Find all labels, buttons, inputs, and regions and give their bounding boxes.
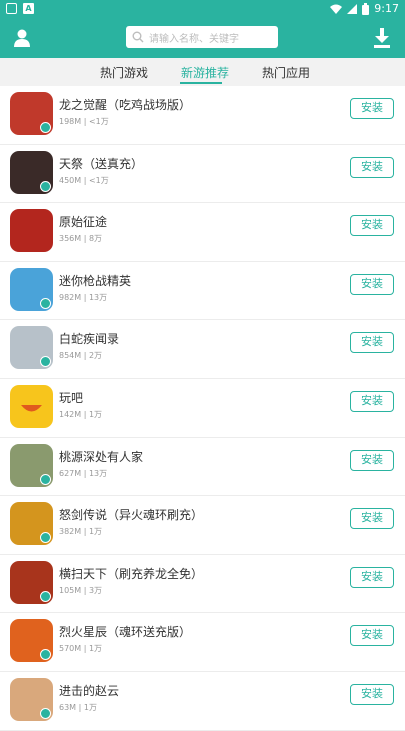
search-placeholder: 请输入名称、关键字 [149, 33, 239, 45]
verified-badge-icon [40, 708, 51, 719]
verified-badge-icon [40, 649, 51, 661]
install-button[interactable]: 安装 [350, 508, 394, 530]
tab-bar: 热门游戏 新游推荐 热门应用 [0, 58, 405, 86]
install-button[interactable]: 安装 [350, 449, 394, 471]
install-button[interactable]: 安装 [350, 156, 394, 178]
app-bar: 请输入名称、关键字 [0, 18, 405, 58]
app-icon [10, 209, 53, 253]
tab-new-games[interactable]: 新游推荐 [181, 64, 229, 81]
list-item[interactable]: 进击的赵云 63M | 1万 安装 [0, 672, 405, 731]
smile-logo-icon [21, 405, 42, 412]
list-item[interactable]: 桃源深处有人家 627M | 13万 安装 [0, 438, 405, 497]
user-icon[interactable] [12, 28, 32, 48]
app-icon [10, 92, 53, 135]
app-meta: 627M | 13万 [59, 468, 108, 478]
app-meta: 198M | <1万 [59, 117, 109, 126]
app-icon [10, 560, 53, 604]
verified-badge-icon [40, 356, 51, 368]
list-item[interactable]: 原始征途 356M | 8万 安装 [0, 203, 405, 262]
app-icon [10, 678, 53, 721]
app-icon [10, 502, 53, 546]
active-tab-indicator [180, 82, 222, 84]
app-icon [10, 619, 53, 663]
install-button[interactable]: 安装 [350, 566, 394, 588]
install-button[interactable]: 安装 [350, 391, 394, 412]
list-item[interactable]: 横扫天下（刷充养龙全免） 105M | 3万 安装 [0, 555, 405, 614]
app-name: 白蛇疾闻录 [59, 332, 120, 347]
app-icon [10, 150, 53, 194]
app-name: 进击的赵云 [59, 684, 120, 698]
app-name: 怒剑传说（异火魂环刷充） [59, 508, 204, 523]
status-time: 9:17 [374, 2, 399, 15]
app-notification-icon: A [23, 3, 34, 14]
app-name: 玩吧 [59, 391, 84, 405]
install-button[interactable]: 安装 [350, 215, 394, 237]
app-meta: 982M | 13万 [59, 292, 108, 302]
verified-badge-icon [40, 473, 51, 485]
app-icon [10, 385, 53, 428]
install-button[interactable]: 安装 [350, 684, 394, 705]
app-icon [10, 443, 53, 487]
wifi-icon [330, 4, 343, 14]
app-meta: 854M | 2万 [59, 351, 103, 361]
app-name: 天祭（送真充） [59, 156, 144, 171]
tab-hot-apps[interactable]: 热门应用 [262, 64, 310, 81]
verified-badge-icon [40, 180, 51, 192]
app-name: 原始征途 [59, 215, 108, 230]
verified-badge-icon [40, 532, 51, 544]
install-button[interactable]: 安装 [350, 332, 394, 354]
app-meta: 105M | 3万 [59, 585, 103, 595]
app-name: 横扫天下（刷充养龙全免） [59, 566, 204, 581]
verified-badge-icon [40, 590, 51, 602]
verified-badge-icon [40, 122, 51, 133]
app-meta: 570M | 1万 [59, 644, 103, 654]
verified-badge-icon [40, 297, 51, 309]
install-button[interactable]: 安装 [350, 98, 394, 119]
list-item[interactable]: 白蛇疾闻录 854M | 2万 安装 [0, 320, 405, 379]
app-name: 桃源深处有人家 [59, 449, 144, 464]
install-button[interactable]: 安装 [350, 273, 394, 295]
notification-icon [6, 3, 17, 14]
app-meta: 382M | 1万 [59, 527, 103, 537]
app-name: 龙之觉醒（吃鸡战场版） [59, 98, 192, 112]
list-item[interactable]: 天祭（送真充） 450M | <1万 安装 [0, 145, 405, 204]
app-icon [10, 267, 53, 311]
list-item[interactable]: 烈火星辰（魂环送充版） 570M | 1万 安装 [0, 613, 405, 672]
install-button[interactable]: 安装 [350, 625, 394, 647]
download-icon[interactable] [373, 27, 391, 49]
search-icon [132, 31, 144, 43]
app-meta: 356M | 8万 [59, 234, 103, 244]
status-bar: A 9:17 [0, 0, 405, 18]
app-icon [10, 326, 53, 370]
tab-hot-games[interactable]: 热门游戏 [100, 64, 148, 81]
app-meta: 450M | <1万 [59, 175, 109, 185]
app-meta: 142M | 1万 [59, 410, 103, 419]
list-item[interactable]: 玩吧 142M | 1万 安装 [0, 379, 405, 438]
app-meta: 63M | 1万 [59, 703, 97, 712]
search-input[interactable]: 请输入名称、关键字 [126, 26, 278, 48]
list-item[interactable]: 怒剑传说（异火魂环刷充） 382M | 1万 安装 [0, 496, 405, 555]
app-name: 烈火星辰（魂环送充版） [59, 625, 192, 640]
signal-icon [347, 3, 358, 14]
battery-icon [362, 2, 370, 15]
app-name: 迷你枪战精英 [59, 273, 132, 288]
list-item[interactable]: 迷你枪战精英 982M | 13万 安装 [0, 262, 405, 321]
list-item[interactable]: 龙之觉醒（吃鸡战场版） 198M | <1万 安装 [0, 86, 405, 145]
